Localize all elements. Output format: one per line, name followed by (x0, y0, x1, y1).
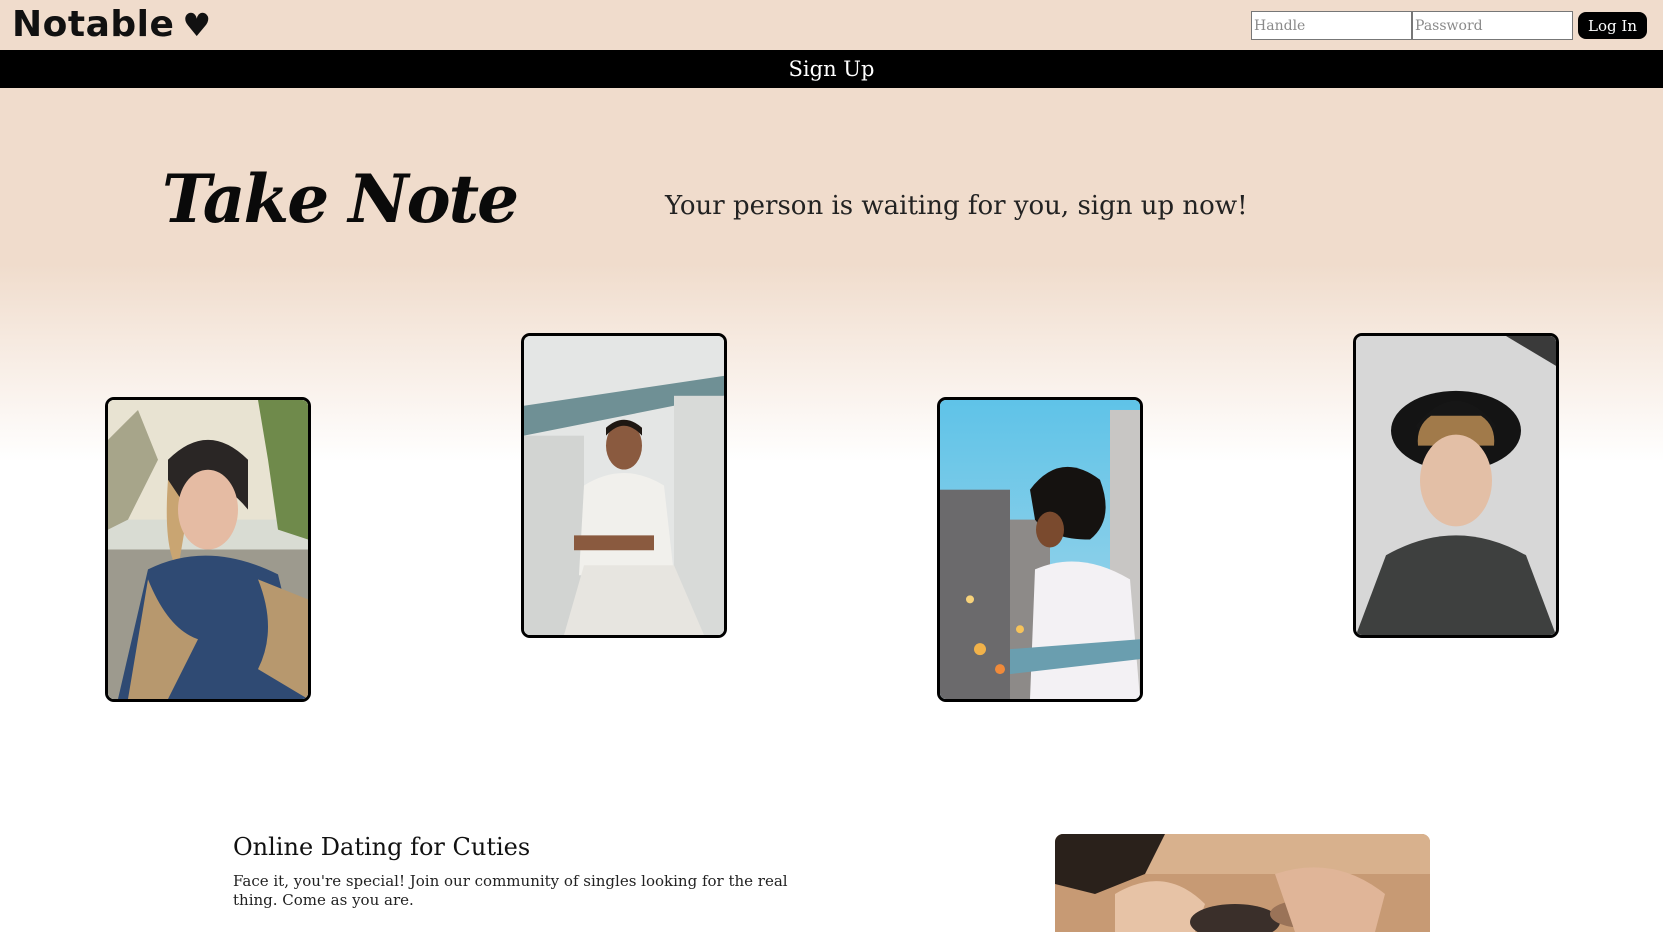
login-button[interactable]: Log In (1578, 12, 1647, 39)
hero-title: Take Note (162, 160, 519, 238)
hero-tagline: Your person is waiting for you, sign up … (665, 191, 1248, 221)
coffee-photo (1055, 834, 1430, 932)
heart-icon: ♥ (182, 6, 212, 44)
section-description: Face it, you're special! Join our commun… (233, 872, 788, 909)
section-title: Online Dating for Cuties (233, 833, 531, 861)
signup-bar[interactable]: Sign Up (0, 50, 1663, 88)
signup-link[interactable]: Sign Up (789, 57, 875, 81)
profile-photo-woman-beanie (105, 397, 311, 702)
profile-photo-man-hat (1353, 333, 1559, 638)
handle-input[interactable] (1251, 11, 1413, 40)
password-input[interactable] (1412, 11, 1574, 40)
profile-photo-woman-city (937, 397, 1143, 702)
profile-photo-man-white-shirt (521, 333, 727, 638)
login-form: Log In (1251, 11, 1647, 40)
top-navbar: Notable♥ Log In (0, 0, 1663, 50)
logo-text: Notable (12, 4, 175, 45)
site-logo[interactable]: Notable ♥ (12, 4, 212, 45)
